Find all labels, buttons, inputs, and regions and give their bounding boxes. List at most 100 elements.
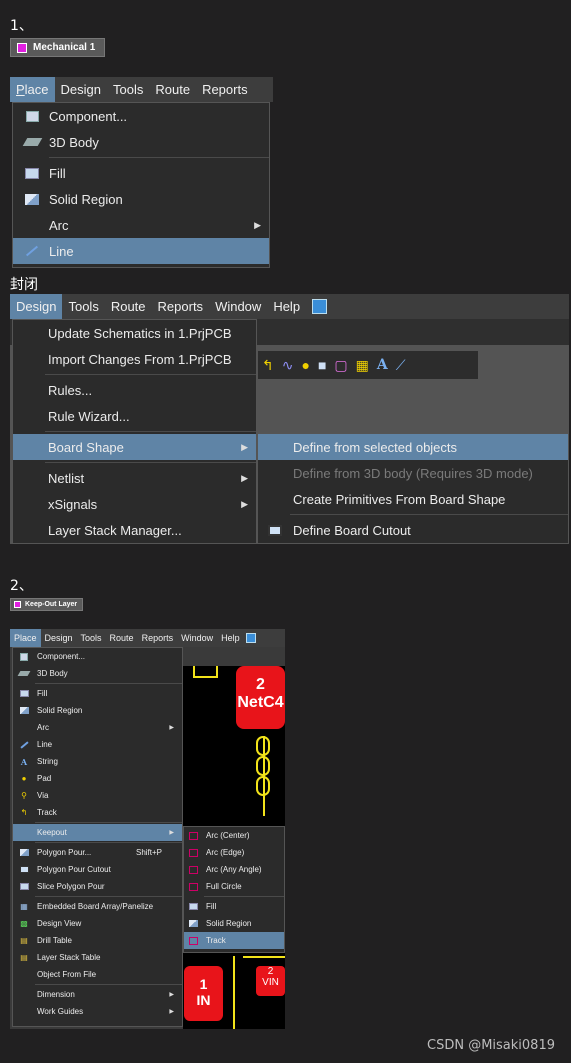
line-tool-icon[interactable]: ⟋ <box>396 357 406 374</box>
watermark: CSDN @Misaki0819 <box>427 1038 555 1053</box>
menu-item-solid-region-2[interactable]: Solid Region <box>13 702 182 719</box>
menu-item-create-primitives[interactable]: Create Primitives From Board Shape <box>258 486 568 512</box>
menu-item-rule-wizard[interactable]: Rule Wizard... <box>13 403 256 429</box>
menu-item-board-shape[interactable]: Board Shape ▶ <box>13 434 256 460</box>
layer-color-swatch <box>14 601 21 608</box>
run-icon[interactable] <box>306 294 333 319</box>
menu-item-define-from-selected[interactable]: Define from selected objects <box>258 434 568 460</box>
menu-item-track[interactable]: ↰ Track <box>13 804 182 821</box>
menu-item-dimension[interactable]: Dimension ▶ <box>13 986 182 1003</box>
menu-item-xsignals[interactable]: xSignals ▶ <box>13 491 256 517</box>
menu-item-component[interactable]: Component... <box>13 103 269 129</box>
menu-item-define-from-3d-body[interactable]: Define from 3D body (Requires 3D mode) <box>258 460 568 486</box>
via-icon[interactable]: ● <box>301 357 309 373</box>
menu-item-fill-2[interactable]: Fill <box>13 685 182 702</box>
keepout-arc-any-angle[interactable]: Arc (Any Angle) <box>184 861 284 878</box>
menu-window-2[interactable]: Window <box>209 294 267 319</box>
submenu-arrow-icon: ▶ <box>169 830 174 836</box>
menu-design[interactable]: Design <box>55 77 107 102</box>
menu-design-3[interactable]: Design <box>41 629 77 647</box>
menu-item-netlist[interactable]: Netlist ▶ <box>13 465 256 491</box>
menu-item-keepout[interactable]: Keepout ▶ <box>13 824 182 841</box>
diff-pair-icon[interactable]: ∿ <box>282 357 294 374</box>
menu-item-import-changes[interactable]: Import Changes From 1.PrjPCB <box>13 346 256 372</box>
run-icon[interactable] <box>244 629 258 647</box>
menu-route-2[interactable]: Route <box>105 294 152 319</box>
menu-route-3[interactable]: Route <box>106 629 138 647</box>
keepout-circle-icon <box>187 882 199 891</box>
keepout-solid-region[interactable]: Solid Region <box>184 915 284 932</box>
string-icon[interactable]: A <box>377 357 388 373</box>
route-icon[interactable]: ↰ <box>262 357 274 374</box>
line-icon <box>21 245 43 257</box>
menu-item-solid-region[interactable]: Solid Region <box>13 186 269 212</box>
menu-item-object-from-file[interactable]: Object From File <box>13 966 182 983</box>
menu-help-2[interactable]: Help <box>267 294 306 319</box>
menu-reports-2[interactable]: Reports <box>152 294 210 319</box>
pad-1-in[interactable]: 1 IN <box>184 966 223 1021</box>
pad-2-vin[interactable]: 2 VIN <box>256 966 285 996</box>
via-icon: ⚲ <box>21 791 27 800</box>
menu-item-fill[interactable]: Fill <box>13 160 269 186</box>
keepout-track[interactable]: Track <box>184 932 284 949</box>
keepout-icon[interactable]: ▢ <box>334 357 347 374</box>
menu-item-3d-body-2[interactable]: 3D Body <box>13 665 182 682</box>
menu-reports[interactable]: Reports <box>196 77 254 102</box>
menu-item-string[interactable]: A String <box>13 753 182 770</box>
solid-region-icon <box>17 707 31 714</box>
section-2-caption: 2、 <box>10 578 33 594</box>
keepout-full-circle[interactable]: Full Circle <box>184 878 284 895</box>
menu-item-pad[interactable]: ● Pad <box>13 770 182 787</box>
submenu-arrow-icon: ▶ <box>241 498 248 509</box>
pad-netc4[interactable]: 2 NetC4 <box>236 666 285 729</box>
menu-item-slice-polygon-pour[interactable]: Slice Polygon Pour <box>13 878 182 895</box>
menu-item-design-view[interactable]: ▩ Design View <box>13 915 182 932</box>
menu-tools[interactable]: Tools <box>107 77 149 102</box>
layer-tab-keep-out[interactable]: Keep-Out Layer <box>10 598 83 611</box>
menu-item-polygon-pour-cutout[interactable]: Polygon Pour Cutout <box>13 861 182 878</box>
menu-item-arc[interactable]: Arc ▶ <box>13 212 269 238</box>
menu-item-update-schematics[interactable]: Update Schematics in 1.PrjPCB <box>13 320 256 346</box>
menu-item-drill-table[interactable]: ▤ Drill Table <box>13 932 182 949</box>
submenu-arrow-icon: ▶ <box>241 472 248 483</box>
slice-polygon-icon <box>17 883 31 890</box>
fill-icon <box>17 690 31 697</box>
keepout-fill[interactable]: Fill <box>184 898 284 915</box>
keepout-arc-edge[interactable]: Arc (Edge) <box>184 844 284 861</box>
track-icon: ↰ <box>20 808 28 817</box>
polygon-shortcut: Shift+P <box>135 848 162 857</box>
menu-place-3[interactable]: Place <box>10 629 41 647</box>
layer-tab-mechanical-1[interactable]: Mechanical 1 <box>10 38 105 57</box>
menu-item-line-2[interactable]: Line <box>13 736 182 753</box>
menu-item-embedded-board-array[interactable]: ▦ Embedded Board Array/Panelize <box>13 898 182 915</box>
menu-item-component-2[interactable]: Component... <box>13 648 182 665</box>
keepout-arc-center[interactable]: Arc (Center) <box>184 827 284 844</box>
menu-item-polygon-pour[interactable]: Polygon Pour... Shift+P <box>13 844 182 861</box>
menu-item-work-guides[interactable]: Work Guides ▶ <box>13 1003 182 1020</box>
place-menu-2: Component... 3D Body Fill Solid Region A… <box>12 647 183 1027</box>
menu-item-layer-stack-table[interactable]: ▤ Layer Stack Table <box>13 949 182 966</box>
menu-item-3d-body[interactable]: 3D Body <box>13 129 269 155</box>
submenu-arrow-icon: ▶ <box>241 441 248 452</box>
menu-tools-2[interactable]: Tools <box>62 294 104 319</box>
menu-place[interactable]: Place <box>10 77 55 102</box>
menu-item-arc-2[interactable]: Arc ▶ <box>13 719 182 736</box>
layer-color-swatch <box>17 42 27 53</box>
menu-tools-3[interactable]: Tools <box>77 629 106 647</box>
menu-item-line[interactable]: Line <box>13 238 269 264</box>
menu-item-via[interactable]: ⚲ Via <box>13 787 182 804</box>
layer-stack-table-icon: ▤ <box>20 953 28 962</box>
menu-item-layer-stack-manager[interactable]: Layer Stack Manager... <box>13 517 256 543</box>
keepout-arc-icon <box>187 865 199 874</box>
region-icon[interactable]: ■ <box>318 357 326 373</box>
menu-item-define-board-cutout[interactable]: Define Board Cutout <box>258 517 568 543</box>
menu-design-2[interactable]: Design <box>10 294 63 319</box>
menu-help-3[interactable]: Help <box>217 629 244 647</box>
menu-item-rules[interactable]: Rules... <box>13 377 256 403</box>
keepout-arc-icon <box>187 848 199 857</box>
polygon-pour-icon <box>17 849 31 856</box>
menu-window-3[interactable]: Window <box>177 629 217 647</box>
component-tool-icon[interactable]: ▦ <box>356 357 369 374</box>
menu-route[interactable]: Route <box>149 77 196 102</box>
menu-reports-3[interactable]: Reports <box>138 629 178 647</box>
